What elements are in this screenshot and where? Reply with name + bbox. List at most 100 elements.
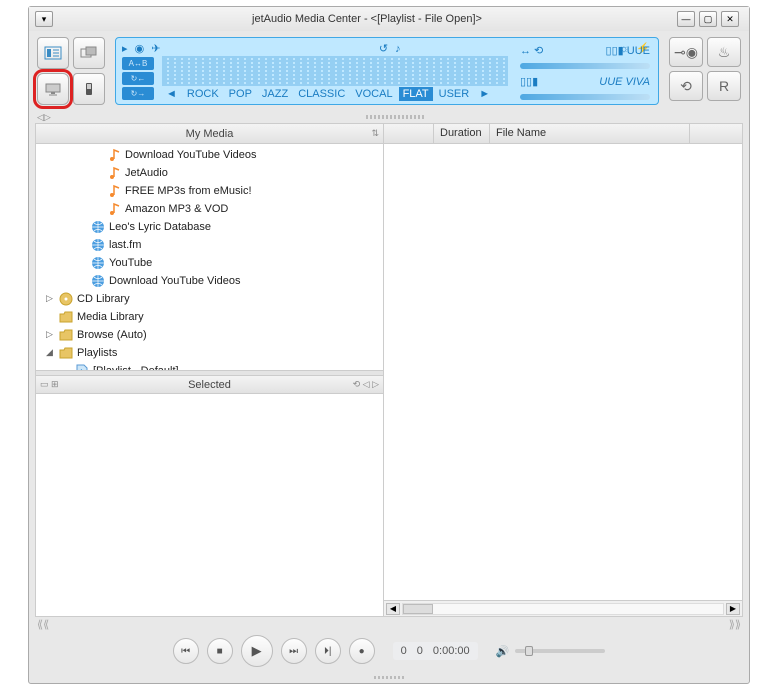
repeat-fwd-button[interactable]: ↻→ (122, 87, 154, 100)
action-btn-3[interactable]: ⟲ (669, 71, 703, 101)
tree-item[interactable]: Download YouTube Videos (36, 272, 383, 290)
next-button[interactable]: ⏭ (281, 638, 307, 664)
stop-button[interactable]: ■ (207, 638, 233, 664)
tree-item[interactable]: [Playlist - Default] (36, 362, 383, 370)
eq-preset[interactable]: ► (475, 87, 494, 101)
expand-toggle[interactable]: ▷ (44, 294, 55, 305)
drag-handle-row[interactable]: ◁▷ (29, 111, 749, 123)
eq-preset[interactable]: CLASSIC (294, 87, 349, 101)
disc-icon (59, 292, 73, 306)
my-media-header[interactable]: My Media ⇅ (36, 124, 383, 144)
display-panel: ▸ ◉ ✈ ↺ ♪ ☼ ⚡ A↔B ↻← ↻→ ◄ROCKPOPJAZZCLAS… (115, 37, 659, 105)
column-header[interactable]: Duration (434, 124, 490, 143)
tree-item[interactable]: Amazon MP3 & VOD (36, 200, 383, 218)
tree-item-label: Download YouTube Videos (125, 149, 257, 161)
play-button[interactable]: ▶ (241, 635, 273, 667)
scroll-left-button[interactable]: ◀ (386, 603, 400, 615)
eq-preset[interactable]: VOCAL (351, 87, 396, 101)
display-icons-mid: ↺ ♪ (379, 42, 403, 55)
tree-item[interactable]: ▷CD Library (36, 290, 383, 308)
sort-arrows-icon[interactable]: ⇅ (371, 128, 379, 139)
mode-dual-button[interactable] (73, 37, 105, 69)
globe-icon (91, 274, 105, 288)
app-window: ▾ jetAudio Media Center - <[Playlist - F… (28, 6, 750, 684)
slider2-track[interactable] (520, 94, 650, 100)
globe-icon (91, 256, 105, 270)
prev-button[interactable]: ⏮ (173, 638, 199, 664)
eq-preset[interactable]: USER (435, 87, 474, 101)
maximize-button[interactable]: ▢ (699, 11, 717, 27)
right-pane: DurationFile Name ◀ ▶ (384, 124, 742, 616)
tree-item[interactable]: FREE MP3s from eMusic! (36, 182, 383, 200)
expand-toggle (92, 204, 103, 215)
ab-repeat-button[interactable]: A↔B (122, 57, 154, 70)
mode-button-grid (37, 37, 105, 105)
column-header[interactable]: File Name (490, 124, 690, 143)
mode-list-button[interactable] (37, 37, 69, 69)
expand-toggle[interactable]: ◢ (44, 348, 55, 359)
left-pane: My Media ⇅ Download YouTube Videos JetAud… (36, 124, 384, 616)
expand-toggle[interactable]: ▷ (44, 330, 55, 341)
content-area: My Media ⇅ Download YouTube Videos JetAud… (35, 123, 743, 617)
window-title: jetAudio Media Center - <[Playlist - Fil… (57, 13, 677, 25)
note-icon (107, 184, 121, 198)
volume-control: 🔊 (496, 645, 606, 658)
tree-item[interactable]: ◢ Playlists (36, 344, 383, 362)
tree-item-label: Playlists (77, 347, 117, 359)
note-icon (107, 166, 121, 180)
expand-toggle (76, 222, 87, 233)
tree-item[interactable]: JetAudio (36, 164, 383, 182)
folder-icon (59, 328, 73, 342)
playlist-body[interactable] (384, 144, 742, 600)
eq-preset[interactable]: ◄ (162, 87, 181, 101)
slider2-icons: ▯▯▮ (520, 75, 538, 88)
volume-slider[interactable] (515, 649, 605, 653)
titlebar: ▾ jetAudio Media Center - <[Playlist - F… (29, 7, 749, 31)
nav-icons[interactable]: ⟲ ◁ ▷ (353, 379, 379, 390)
slider2-label: UUE VIVA (599, 76, 650, 88)
expand-toggle (92, 168, 103, 179)
eq-preset[interactable]: FLAT (399, 87, 433, 101)
time-display: 0:00:00 (433, 645, 470, 657)
action-btn-4[interactable]: R (707, 71, 741, 101)
tree-item[interactable]: ▷Browse (Auto) (36, 326, 383, 344)
eq-preset[interactable]: JAZZ (258, 87, 292, 101)
view-icons[interactable]: ▭ ⊞ (40, 379, 59, 390)
scroll-thumb[interactable] (403, 604, 433, 614)
action-btn-1[interactable]: ⊸◉ (669, 37, 703, 67)
folder-icon (59, 346, 73, 360)
tree-item[interactable]: Leo's Lyric Database (36, 218, 383, 236)
column-header[interactable] (384, 124, 434, 143)
tree-item[interactable]: YouTube (36, 254, 383, 272)
resize-grip[interactable] (29, 671, 749, 683)
last-button[interactable]: ⏵| (315, 638, 341, 664)
volume-icon[interactable]: 🔊 (496, 645, 510, 658)
tree-item-label: Download YouTube Videos (109, 275, 241, 287)
horizontal-scrollbar[interactable]: ◀ ▶ (384, 600, 742, 616)
media-tree[interactable]: Download YouTube Videos JetAudio FREE MP3s… (36, 144, 383, 370)
expand-toggle (92, 186, 103, 197)
time-counter: 0 0 0:00:00 (393, 642, 478, 660)
eq-preset[interactable]: POP (225, 87, 256, 101)
display-icons-left: ▸ ◉ ✈ (122, 42, 162, 55)
tree-item-label: FREE MP3s from eMusic! (125, 185, 252, 197)
tree-item[interactable]: last.fm (36, 236, 383, 254)
tree-item-label: last.fm (109, 239, 141, 251)
minimize-button[interactable]: — (677, 11, 695, 27)
menu-button[interactable]: ▾ (35, 11, 53, 27)
tree-item-label: YouTube (109, 257, 152, 269)
selected-header: ▭ ⊞ Selected ⟲ ◁ ▷ (36, 376, 383, 394)
mode-screen-button[interactable] (37, 73, 69, 105)
mode-device-button[interactable] (73, 73, 105, 105)
close-button[interactable]: ✕ (721, 11, 739, 27)
tree-item[interactable]: Media Library (36, 308, 383, 326)
action-btn-2[interactable]: ♨ (707, 37, 741, 67)
eq-preset[interactable]: ROCK (183, 87, 223, 101)
tree-item[interactable]: Download YouTube Videos (36, 146, 383, 164)
scroll-right-button[interactable]: ▶ (726, 603, 740, 615)
record-button[interactable]: ● (349, 638, 375, 664)
repeat-back-button[interactable]: ↻← (122, 72, 154, 85)
track-total: 0 (417, 645, 423, 657)
slider1-icons: ↔ ⟲ (520, 44, 543, 57)
slider1-track[interactable] (520, 63, 650, 69)
